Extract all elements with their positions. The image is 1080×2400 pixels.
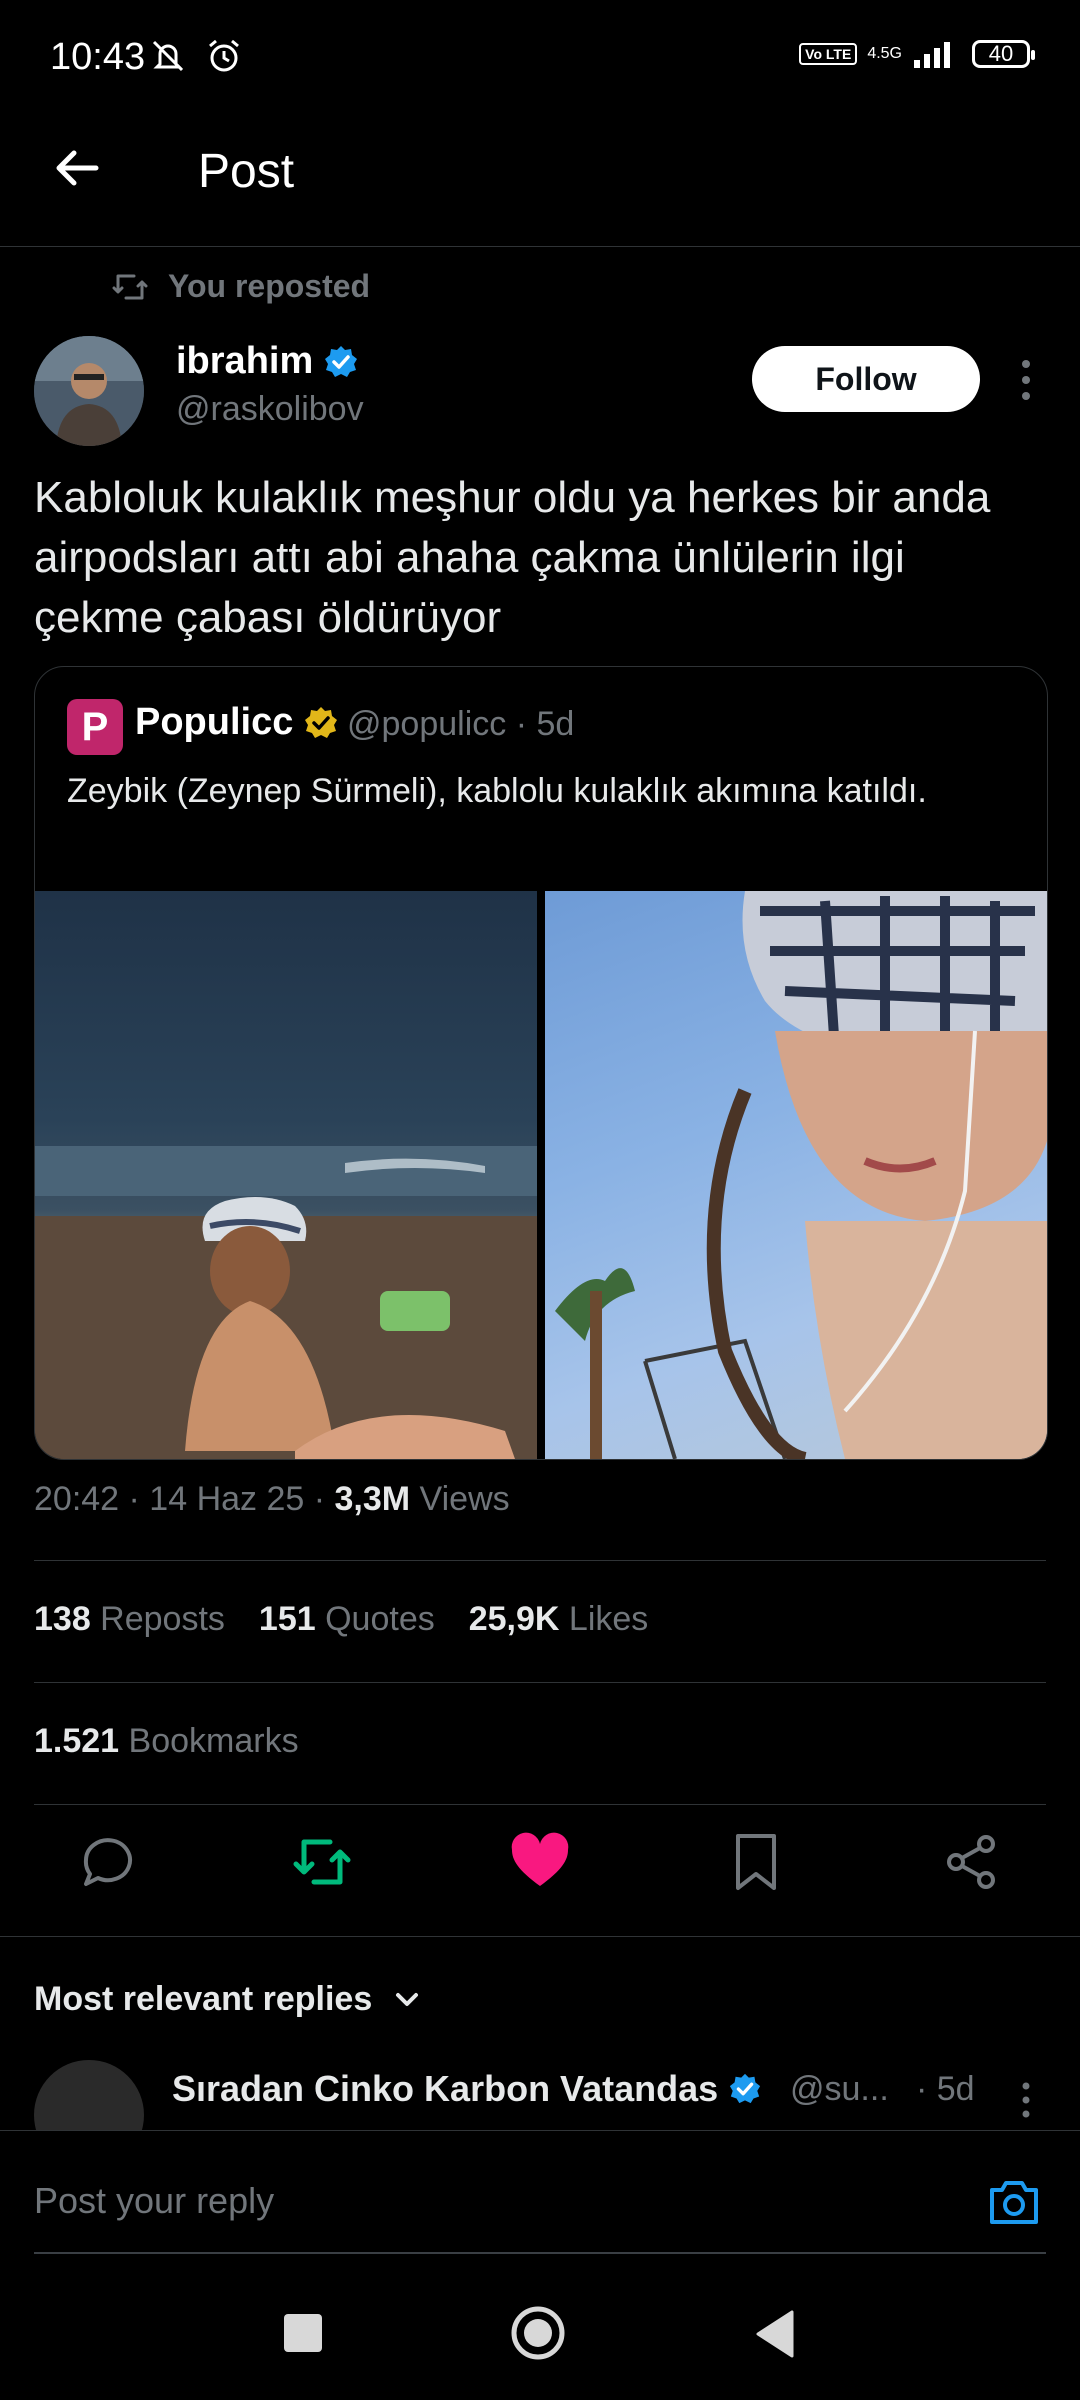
alarm-icon: [209, 39, 239, 72]
quote-author-name: Populicc: [135, 701, 294, 743]
divider: [0, 1936, 1080, 1937]
reply-item[interactable]: Sıradan Cinko Karbon Vatandas @su... · 5…: [0, 2060, 1080, 2130]
engagement-stats: 138 Reposts 151 Quotes 25,9K Likes: [34, 1600, 648, 1639]
reply-underline: [34, 2252, 1046, 2254]
top-bar: [0, 120, 1080, 247]
quote-text: Zeybik (Zeynep Sürmeli), kablolu kulaklı…: [67, 772, 927, 810]
quoted-post-card[interactable]: P Populicc @populicc · 5d Zeybik (Zeynep…: [34, 666, 1048, 1460]
replies-sort-dropdown[interactable]: Most relevant replies: [34, 1980, 422, 2019]
mute-icon: [152, 40, 184, 72]
reply-author-row: Sıradan Cinko Karbon Vatandas: [172, 2068, 762, 2110]
divider: [34, 1682, 1046, 1683]
repost-icon: [112, 274, 148, 299]
page-title: Post: [198, 145, 295, 198]
bookmarks-stat[interactable]: 1.521 Bookmarks: [34, 1722, 299, 1761]
reply-handle: @su...: [790, 2070, 889, 2108]
reply-avatar[interactable]: [34, 2060, 144, 2130]
signal-icon: [914, 42, 950, 68]
status-icons: [148, 36, 244, 76]
follow-button[interactable]: Follow: [752, 346, 980, 412]
more-options-icon[interactable]: [1016, 2080, 1036, 2120]
more-options-icon[interactable]: [1016, 356, 1036, 404]
divider: [34, 1560, 1046, 1561]
author-avatar[interactable]: [34, 336, 144, 446]
network-type: 4.5G: [867, 45, 902, 62]
home-button[interactable]: [510, 2305, 566, 2361]
action-bar: [0, 1830, 1080, 1940]
avatar-image: [34, 336, 144, 446]
status-right: Vo LTE 4.5G 40: [799, 38, 1035, 70]
repost-label: You reposted: [168, 268, 371, 304]
status-bar: 10:43 Vo LTE 4.5G 40: [0, 0, 1080, 120]
populicc-logo: P: [67, 699, 123, 755]
back-button[interactable]: [752, 2308, 800, 2360]
share-icon[interactable]: [940, 1830, 1004, 1894]
bookmark-icon[interactable]: [724, 1830, 788, 1894]
author-name-row[interactable]: ibrahim: [176, 340, 359, 383]
quotes-stat[interactable]: 151 Quotes: [259, 1600, 435, 1639]
recents-button[interactable]: [284, 2314, 322, 2352]
post-timestamp: 20:42 · 14 Haz 25 ·: [34, 1480, 335, 1518]
verified-badge-icon: [325, 345, 358, 377]
battery-icon: 40: [972, 40, 1035, 68]
quote-author-row: Populicc: [135, 701, 339, 744]
divider: [34, 1804, 1046, 1805]
repost-icon[interactable]: [290, 1830, 354, 1894]
reposts-stat[interactable]: 138 Reposts: [34, 1600, 225, 1639]
volte-badge: Vo LTE: [799, 43, 858, 65]
chevron-down-icon: [396, 1992, 419, 2006]
quote-handle-time: @populicc · 5d: [347, 705, 575, 743]
views-count: 3,3M: [334, 1480, 411, 1518]
beach-photo-illustration: [35, 1146, 537, 1459]
post-meta: 20:42 · 14 Haz 25 · 3,3M Views: [34, 1480, 510, 1519]
camera-icon[interactable]: [986, 2174, 1042, 2230]
battery-level: 40: [988, 41, 1014, 66]
reply-author-name: Sıradan Cinko Karbon Vatandas: [172, 2068, 719, 2109]
likes-stat[interactable]: 25,9K Likes: [469, 1600, 649, 1639]
reply-input[interactable]: Post your reply: [34, 2180, 274, 2222]
quote-image-selfie[interactable]: [545, 891, 1047, 1459]
quote-image-beach[interactable]: [35, 891, 537, 1459]
reply-icon[interactable]: [76, 1830, 140, 1894]
status-time: 10:43: [50, 36, 146, 78]
reply-time: · 5d: [916, 2070, 975, 2108]
views-label: Views: [410, 1480, 510, 1518]
verified-badge-icon: [730, 2073, 761, 2104]
author-handle[interactable]: @raskolibov: [176, 390, 364, 429]
replies-header-label: Most relevant replies: [34, 1980, 373, 2018]
back-arrow-icon[interactable]: [50, 140, 106, 196]
author-name[interactable]: ibrahim: [176, 340, 313, 383]
like-heart-icon[interactable]: [508, 1830, 572, 1894]
gold-verified-badge-icon: [305, 706, 338, 738]
post-text: Kabloluk kulaklık meşhur oldu ya herkes …: [34, 473, 991, 642]
selfie-photo-illustration: [555, 891, 1047, 1459]
repost-indicator: You reposted: [112, 268, 370, 305]
